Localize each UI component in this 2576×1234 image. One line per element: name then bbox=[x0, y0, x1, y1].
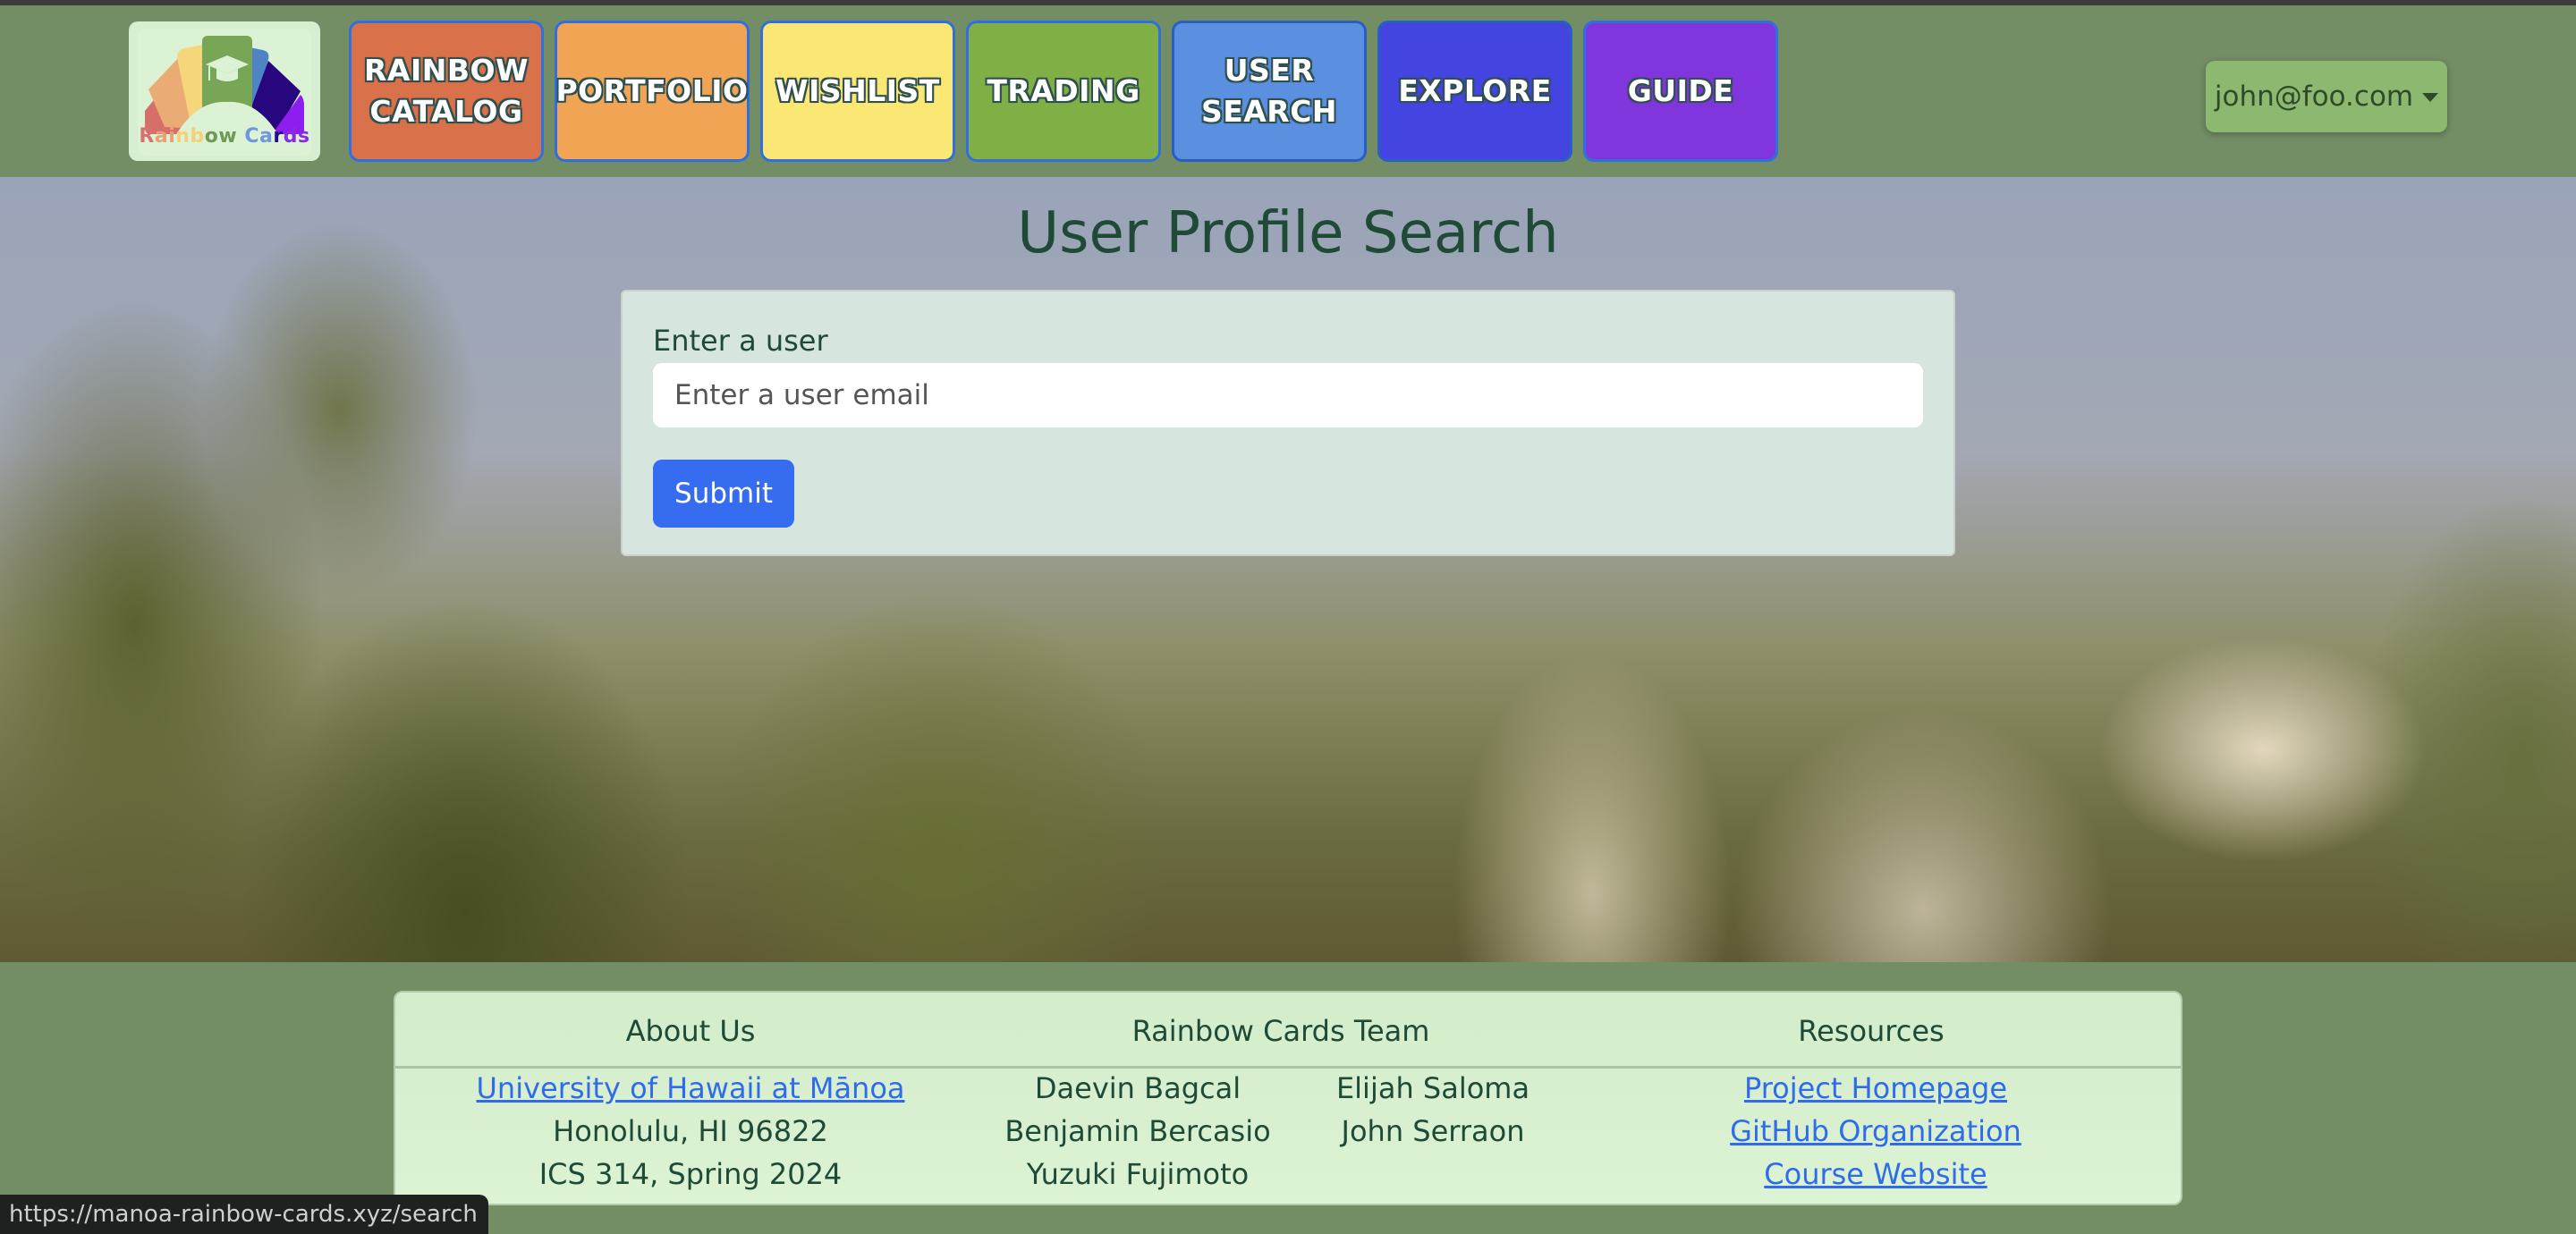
nav-rainbow-catalog[interactable]: RAINBOW CATALOG bbox=[349, 21, 544, 162]
search-form-card: Enter a user Submit bbox=[621, 290, 1955, 556]
team-member: John Serraon bbox=[1341, 1114, 1525, 1148]
footer-card: About Us Rainbow Cards Team Resources Un… bbox=[394, 991, 2182, 1205]
team-member: Benjamin Bercasio bbox=[1004, 1114, 1271, 1148]
logo-letter: R bbox=[139, 125, 155, 148]
team-member: Elijah Saloma bbox=[1335, 1071, 1530, 1105]
github-organization-link[interactable]: GitHub Organization bbox=[1730, 1114, 2021, 1148]
nav-wishlist[interactable]: WISHLIST bbox=[760, 21, 955, 162]
footer-resources-item: Course Website bbox=[1576, 1157, 2175, 1191]
user-input-label: Enter a user bbox=[653, 324, 828, 358]
nav-guide-label: GUIDE bbox=[1627, 73, 1734, 108]
navbar: Rainbow Cards RAINBOW CATALOG PORTFOLIO … bbox=[0, 5, 2576, 177]
nav-explore[interactable]: EXPLORE bbox=[1377, 21, 1572, 162]
logo-letter: d bbox=[283, 125, 298, 148]
status-bar-url: https://manoa-rainbow-cards.xyz/search bbox=[0, 1195, 488, 1234]
nav-wishlist-label: WISHLIST bbox=[775, 73, 940, 108]
course-website-link[interactable]: Course Website bbox=[1764, 1157, 1987, 1191]
nav-guide[interactable]: GUIDE bbox=[1583, 21, 1778, 162]
logo-letter: n bbox=[175, 125, 191, 148]
nav-user-search-label: USER SEARCH bbox=[1200, 53, 1338, 129]
user-dropdown[interactable]: john@foo.com bbox=[2206, 61, 2447, 132]
logo-letter: w bbox=[218, 125, 238, 148]
team-member: Yuzuki Fujimoto bbox=[1026, 1157, 1250, 1191]
footer-about-heading: About Us bbox=[625, 1014, 756, 1048]
user-dropdown-label: john@foo.com bbox=[2214, 80, 2414, 113]
logo-letter: a bbox=[258, 125, 274, 148]
footer-header-row: About Us Rainbow Cards Team Resources bbox=[395, 993, 2181, 1069]
user-email-input[interactable] bbox=[653, 363, 1923, 427]
footer-resources-heading: Resources bbox=[1798, 1014, 1945, 1048]
logo-letter: r bbox=[273, 125, 284, 148]
footer-address: Honolulu, HI 96822 bbox=[553, 1114, 828, 1148]
footer-resources-item: Project Homepage bbox=[1576, 1071, 2175, 1105]
submit-button[interactable]: Submit bbox=[653, 460, 794, 528]
nav-portfolio[interactable]: PORTFOLIO bbox=[555, 21, 750, 162]
footer-team-heading: Rainbow Cards Team bbox=[1131, 1014, 1430, 1048]
nav-trading[interactable]: TRADING bbox=[966, 21, 1161, 162]
project-homepage-link[interactable]: Project Homepage bbox=[1744, 1071, 2007, 1105]
logo-letter: a bbox=[154, 125, 169, 148]
logo-text: Rainbow Cards bbox=[129, 125, 320, 148]
nav-trading-label: TRADING bbox=[987, 73, 1140, 108]
footer-resources-item: GitHub Organization bbox=[1576, 1114, 2175, 1148]
footer-course: ICS 314, Spring 2024 bbox=[538, 1157, 843, 1191]
nav-user-search[interactable]: USER SEARCH bbox=[1172, 21, 1367, 162]
logo-letter: b bbox=[190, 125, 205, 148]
logo-letter: C bbox=[244, 125, 259, 148]
page-title: User Profile Search bbox=[1017, 200, 1559, 266]
caret-down-icon bbox=[2422, 93, 2439, 102]
footer: About Us Rainbow Cards Team Resources Un… bbox=[0, 962, 2576, 1234]
team-member: Daevin Bagcal bbox=[1034, 1071, 1241, 1105]
brand-logo[interactable]: Rainbow Cards bbox=[129, 21, 320, 161]
logo-letter: o bbox=[204, 125, 219, 148]
nav-rainbow-catalog-label: RAINBOW CATALOG bbox=[364, 53, 529, 129]
nav-explore-label: EXPLORE bbox=[1398, 73, 1552, 108]
footer-university-link[interactable]: University of Hawaii at Mānoa bbox=[395, 1071, 986, 1105]
logo-letter: s bbox=[297, 125, 310, 148]
nav-portfolio-label: PORTFOLIO bbox=[555, 73, 749, 108]
